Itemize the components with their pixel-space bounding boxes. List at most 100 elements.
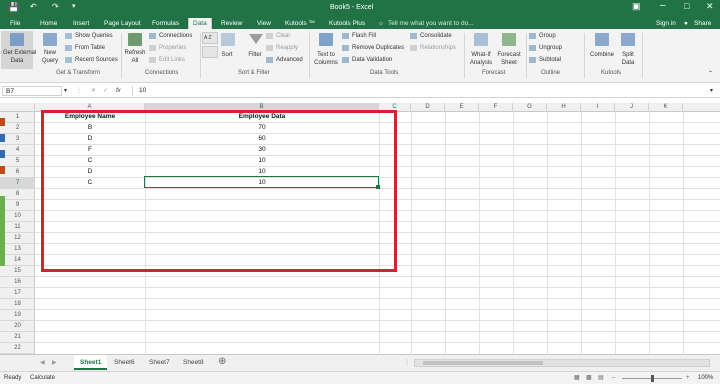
row-header[interactable]: 7	[0, 178, 35, 189]
row-header[interactable]: 14	[0, 255, 35, 266]
redo-icon[interactable]: ↷	[52, 2, 59, 11]
group-outline: Outline	[541, 70, 561, 76]
column-header[interactable]: F	[479, 103, 513, 112]
column-header[interactable]: G	[513, 103, 547, 112]
customize-toolbar-icon[interactable]: ▾	[72, 2, 76, 10]
select-all-corner[interactable]	[0, 103, 35, 112]
sheet-scroll-splitter-icon[interactable]: ⋮	[404, 359, 410, 367]
row-header[interactable]: 3	[0, 134, 35, 145]
addin-icon[interactable]	[0, 150, 5, 158]
expand-formula-bar-icon[interactable]: ▾	[710, 87, 713, 95]
worksheet-grid[interactable]: Employee Name Employee Data B 70 D 60 F …	[35, 110, 720, 354]
row-header[interactable]: 4	[0, 145, 35, 156]
zoom-in-icon[interactable]: +	[686, 374, 690, 382]
sort-az-button[interactable]: A Z	[202, 32, 218, 44]
get-external-label-2: Data	[10, 58, 24, 64]
filter-button[interactable]: Filter	[244, 31, 266, 69]
save-icon[interactable]: 💾	[8, 2, 19, 13]
minimize-icon[interactable]: –	[660, 0, 666, 11]
tab-review[interactable]: Review	[217, 18, 246, 29]
close-icon[interactable]: ✕	[706, 1, 714, 12]
row-header[interactable]: 16	[0, 277, 35, 288]
split-data-button[interactable]: Split Data	[617, 31, 639, 69]
page-break-view-icon[interactable]: ▤	[598, 374, 604, 382]
row-header[interactable]: 20	[0, 321, 35, 332]
row-header[interactable]: 10	[0, 211, 35, 222]
row-header[interactable]: 5	[0, 156, 35, 167]
addin-side-panel[interactable]	[0, 196, 5, 266]
horizontal-scrollbar[interactable]	[414, 359, 710, 367]
combine-button[interactable]: Combine	[588, 31, 616, 69]
tab-formulas[interactable]: Formulas	[148, 18, 183, 29]
row-header[interactable]: 9	[0, 200, 35, 211]
highlight-box	[41, 110, 397, 272]
tab-kutools-plus[interactable]: Kutools Plus	[325, 18, 369, 29]
get-external-data-button[interactable]: Get External Data	[1, 31, 36, 69]
forecast-sheet-button[interactable]: Forecast Sheet	[497, 31, 521, 69]
horizontal-scroll-thumb[interactable]	[423, 361, 543, 365]
undo-icon[interactable]: ↶	[30, 2, 37, 11]
tab-home[interactable]: Home	[36, 18, 61, 29]
column-header[interactable]: J	[615, 103, 649, 112]
tab-kutools[interactable]: Kutools ™	[281, 18, 319, 29]
refresh-all-button[interactable]: Refresh All	[123, 31, 147, 69]
column-header[interactable]: D	[411, 103, 445, 112]
ribbon-options-icon[interactable]: ▣	[632, 1, 641, 12]
insert-function-icon[interactable]: fx	[116, 87, 121, 95]
zoom-slider-thumb[interactable]	[651, 375, 654, 382]
sheet-tab-sheet6[interactable]: Sheet6	[108, 355, 141, 370]
zoom-level[interactable]: 100%	[698, 374, 713, 382]
sheet-tab-sheet1[interactable]: Sheet1	[74, 355, 108, 370]
sign-in-link[interactable]: Sign in	[652, 18, 680, 29]
prev-sheet-icon[interactable]: ◀	[40, 359, 45, 367]
sort-za-button[interactable]	[202, 46, 218, 58]
row-header[interactable]: 18	[0, 299, 35, 310]
cancel-entry-icon[interactable]: ✕	[91, 87, 96, 95]
tab-insert[interactable]: Insert	[69, 18, 93, 29]
addin-icon[interactable]	[0, 118, 5, 126]
row-header[interactable]: 19	[0, 310, 35, 321]
row-header[interactable]: 8	[0, 189, 35, 200]
collapse-ribbon-icon[interactable]: ⌃	[708, 70, 713, 78]
addin-icon[interactable]	[0, 134, 5, 142]
confirm-entry-icon[interactable]: ✓	[103, 87, 108, 95]
row-header[interactable]: 13	[0, 244, 35, 255]
page-layout-view-icon[interactable]: ▩	[586, 374, 592, 382]
sheet-tab-sheet8[interactable]: Sheet8	[177, 355, 210, 370]
row-header[interactable]: 12	[0, 233, 35, 244]
row-header[interactable]: 2	[0, 123, 35, 134]
what-if-analysis-button[interactable]: What-If Analysis	[466, 31, 496, 69]
row-header[interactable]: 6	[0, 167, 35, 178]
tab-page-layout[interactable]: Page Layout	[100, 18, 145, 29]
tab-file[interactable]: File	[6, 18, 24, 29]
addin-icon[interactable]	[0, 166, 5, 174]
next-sheet-icon[interactable]: ▶	[52, 359, 57, 367]
connections-label: Connections	[159, 33, 193, 39]
name-box-dropdown-icon[interactable]: ▾	[64, 87, 67, 95]
add-sheet-icon[interactable]: ⊕	[218, 356, 226, 367]
normal-view-icon[interactable]: ▦	[574, 374, 580, 382]
column-header[interactable]: E	[445, 103, 479, 112]
column-header[interactable]: K	[649, 103, 683, 112]
row-header[interactable]: 21	[0, 332, 35, 343]
row-header[interactable]: 17	[0, 288, 35, 299]
tab-data[interactable]: Data	[188, 18, 212, 29]
row-header[interactable]: 1	[0, 112, 35, 123]
tab-view[interactable]: View	[253, 18, 275, 29]
name-box[interactable]: B7	[2, 86, 62, 96]
column-header[interactable]: H	[547, 103, 581, 112]
sheet-tab-sheet7[interactable]: Sheet7	[143, 355, 176, 370]
sort-button[interactable]: Sort	[219, 31, 235, 69]
maximize-icon[interactable]: □	[684, 1, 689, 11]
formula-input[interactable]: 10	[132, 86, 712, 96]
zoom-slider[interactable]	[622, 375, 682, 382]
tell-me-box[interactable]: Tell me what you want to do...	[384, 18, 478, 29]
share-button[interactable]: Share	[690, 18, 715, 29]
column-header[interactable]: I	[581, 103, 615, 112]
status-calculate[interactable]: Calculate	[30, 374, 55, 382]
new-query-button[interactable]: New Query	[37, 31, 63, 69]
row-header[interactable]: 11	[0, 222, 35, 233]
zoom-out-icon[interactable]: –	[612, 374, 615, 382]
row-header[interactable]: 15	[0, 266, 35, 277]
text-to-columns-button[interactable]: Text to Columns	[312, 31, 340, 69]
